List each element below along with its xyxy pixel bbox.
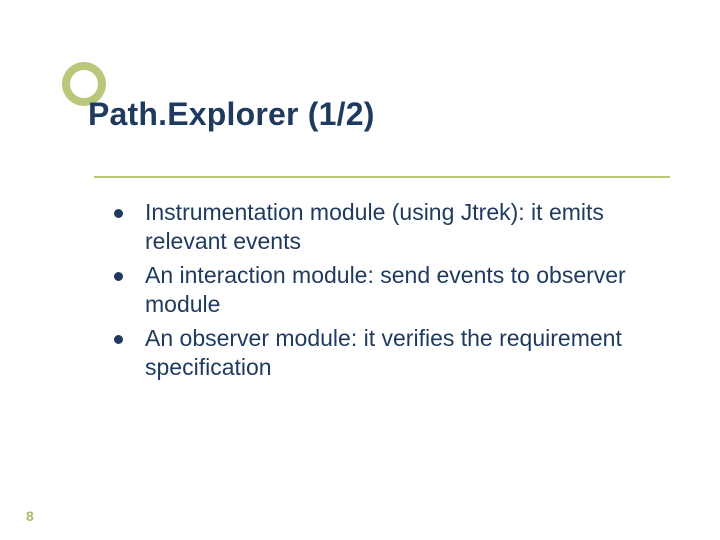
bullet-text: An interaction module: send events to ob… — [145, 261, 660, 320]
page-number: 8 — [26, 508, 34, 524]
bullet-icon — [114, 335, 123, 344]
slide-title: Path.Explorer (1/2) — [88, 96, 670, 141]
bullet-icon — [114, 209, 123, 218]
body-content: Instrumentation module (using Jtrek): it… — [110, 198, 660, 387]
title-divider — [94, 176, 670, 178]
list-item: Instrumentation module (using Jtrek): it… — [110, 198, 660, 257]
bullet-text: An observer module: it verifies the requ… — [145, 324, 660, 383]
list-item: An observer module: it verifies the requ… — [110, 324, 660, 383]
bullet-icon — [114, 272, 123, 281]
title-area: Path.Explorer (1/2) — [88, 96, 670, 141]
slide: Path.Explorer (1/2) Instrumentation modu… — [0, 0, 720, 540]
bullet-text: Instrumentation module (using Jtrek): it… — [145, 198, 660, 257]
list-item: An interaction module: send events to ob… — [110, 261, 660, 320]
